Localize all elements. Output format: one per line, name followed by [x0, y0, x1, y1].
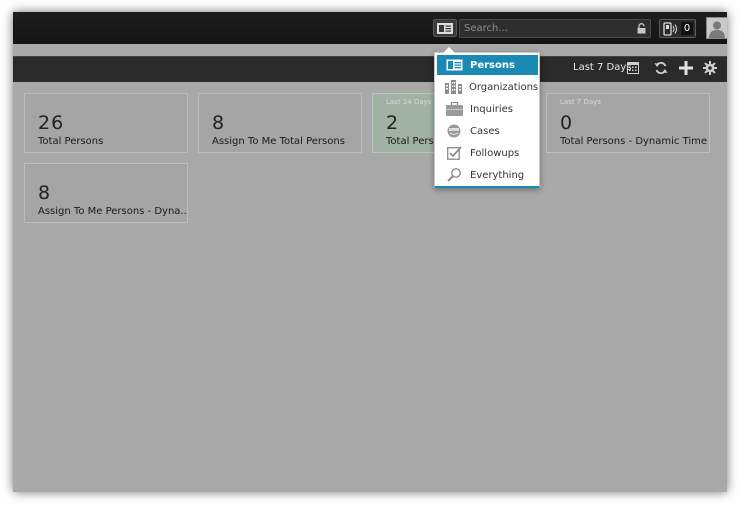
widget-tile-total-persons-dynamic-time[interactable]: Last 7 Days 0 Total Persons - Dynamic Ti… — [546, 93, 710, 153]
tile-label: Assign To Me Total Persons — [212, 136, 345, 147]
menu-item-label: Organizations — [469, 81, 539, 93]
tile-period: Last 14 Days — [386, 98, 432, 106]
widget-tile-total-persons[interactable]: 26 Total Persons — [24, 93, 188, 153]
menu-item-label: Cases — [470, 125, 500, 137]
app-window: 0 Last 7 Days — [13, 12, 727, 492]
tile-value: 8 — [38, 182, 52, 204]
notifications-button[interactable]: 0 — [659, 19, 696, 38]
tile-label: Total Persons - Dynamic Time — [560, 136, 708, 147]
widget-tile-assign-to-me-persons-dynamic[interactable]: 8 Assign To Me Persons - Dyna... — [24, 163, 188, 223]
tile-value: 8 — [212, 112, 226, 134]
refresh-icon[interactable] — [654, 61, 668, 75]
menu-item-everything[interactable]: Everything — [437, 165, 538, 185]
user-silhouette-icon — [709, 21, 725, 38]
menu-caret — [443, 47, 455, 53]
gear-icon[interactable] — [703, 61, 717, 75]
add-icon[interactable] — [679, 61, 693, 75]
checkbox-icon — [446, 146, 462, 160]
person-card-icon — [446, 59, 462, 71]
tile-value: 0 — [560, 112, 574, 134]
widget-tile-assign-to-me-total-persons[interactable]: 8 Assign To Me Total Persons — [198, 93, 362, 153]
magnifier-icon — [446, 168, 461, 182]
person-card-icon — [437, 22, 453, 34]
menu-item-cases[interactable]: Cases — [437, 121, 538, 141]
search-field — [459, 19, 651, 38]
tile-label: Total Persons — [38, 136, 104, 147]
menu-item-inquiries[interactable]: Inquiries — [437, 99, 538, 119]
tile-label: Assign To Me Persons - Dyna... — [38, 206, 186, 217]
dashboard-toolbar: Last 7 Days — [13, 56, 727, 82]
menu-item-label: Followups — [470, 147, 520, 159]
menu-item-persons[interactable]: Persons — [437, 55, 538, 75]
calendar-icon[interactable] — [627, 61, 639, 74]
tile-value: 2 — [386, 112, 400, 134]
search-input[interactable] — [464, 21, 629, 36]
buildings-icon — [445, 80, 462, 94]
phone-icon — [663, 22, 677, 36]
search-type-button[interactable] — [433, 19, 457, 37]
menu-item-followups[interactable]: Followups — [437, 143, 538, 163]
menu-item-label: Persons — [470, 59, 515, 71]
search-type-menu: Persons Organizations Inquiries Cases Fo… — [434, 47, 540, 188]
user-avatar[interactable] — [706, 17, 727, 39]
menu-item-label: Everything — [470, 169, 525, 181]
date-range-label[interactable]: Last 7 Days — [573, 62, 632, 73]
menu-item-organizations[interactable]: Organizations — [437, 77, 538, 97]
notifications-count: 0 — [681, 22, 693, 35]
menu-item-label: Inquiries — [470, 103, 514, 115]
top-bar: 0 — [13, 12, 727, 44]
lock-icon[interactable] — [637, 23, 646, 34]
tile-period: Last 7 Days — [560, 98, 601, 106]
briefcase-icon — [445, 102, 463, 116]
tile-value: 26 — [38, 112, 65, 134]
case-icon — [447, 124, 461, 138]
